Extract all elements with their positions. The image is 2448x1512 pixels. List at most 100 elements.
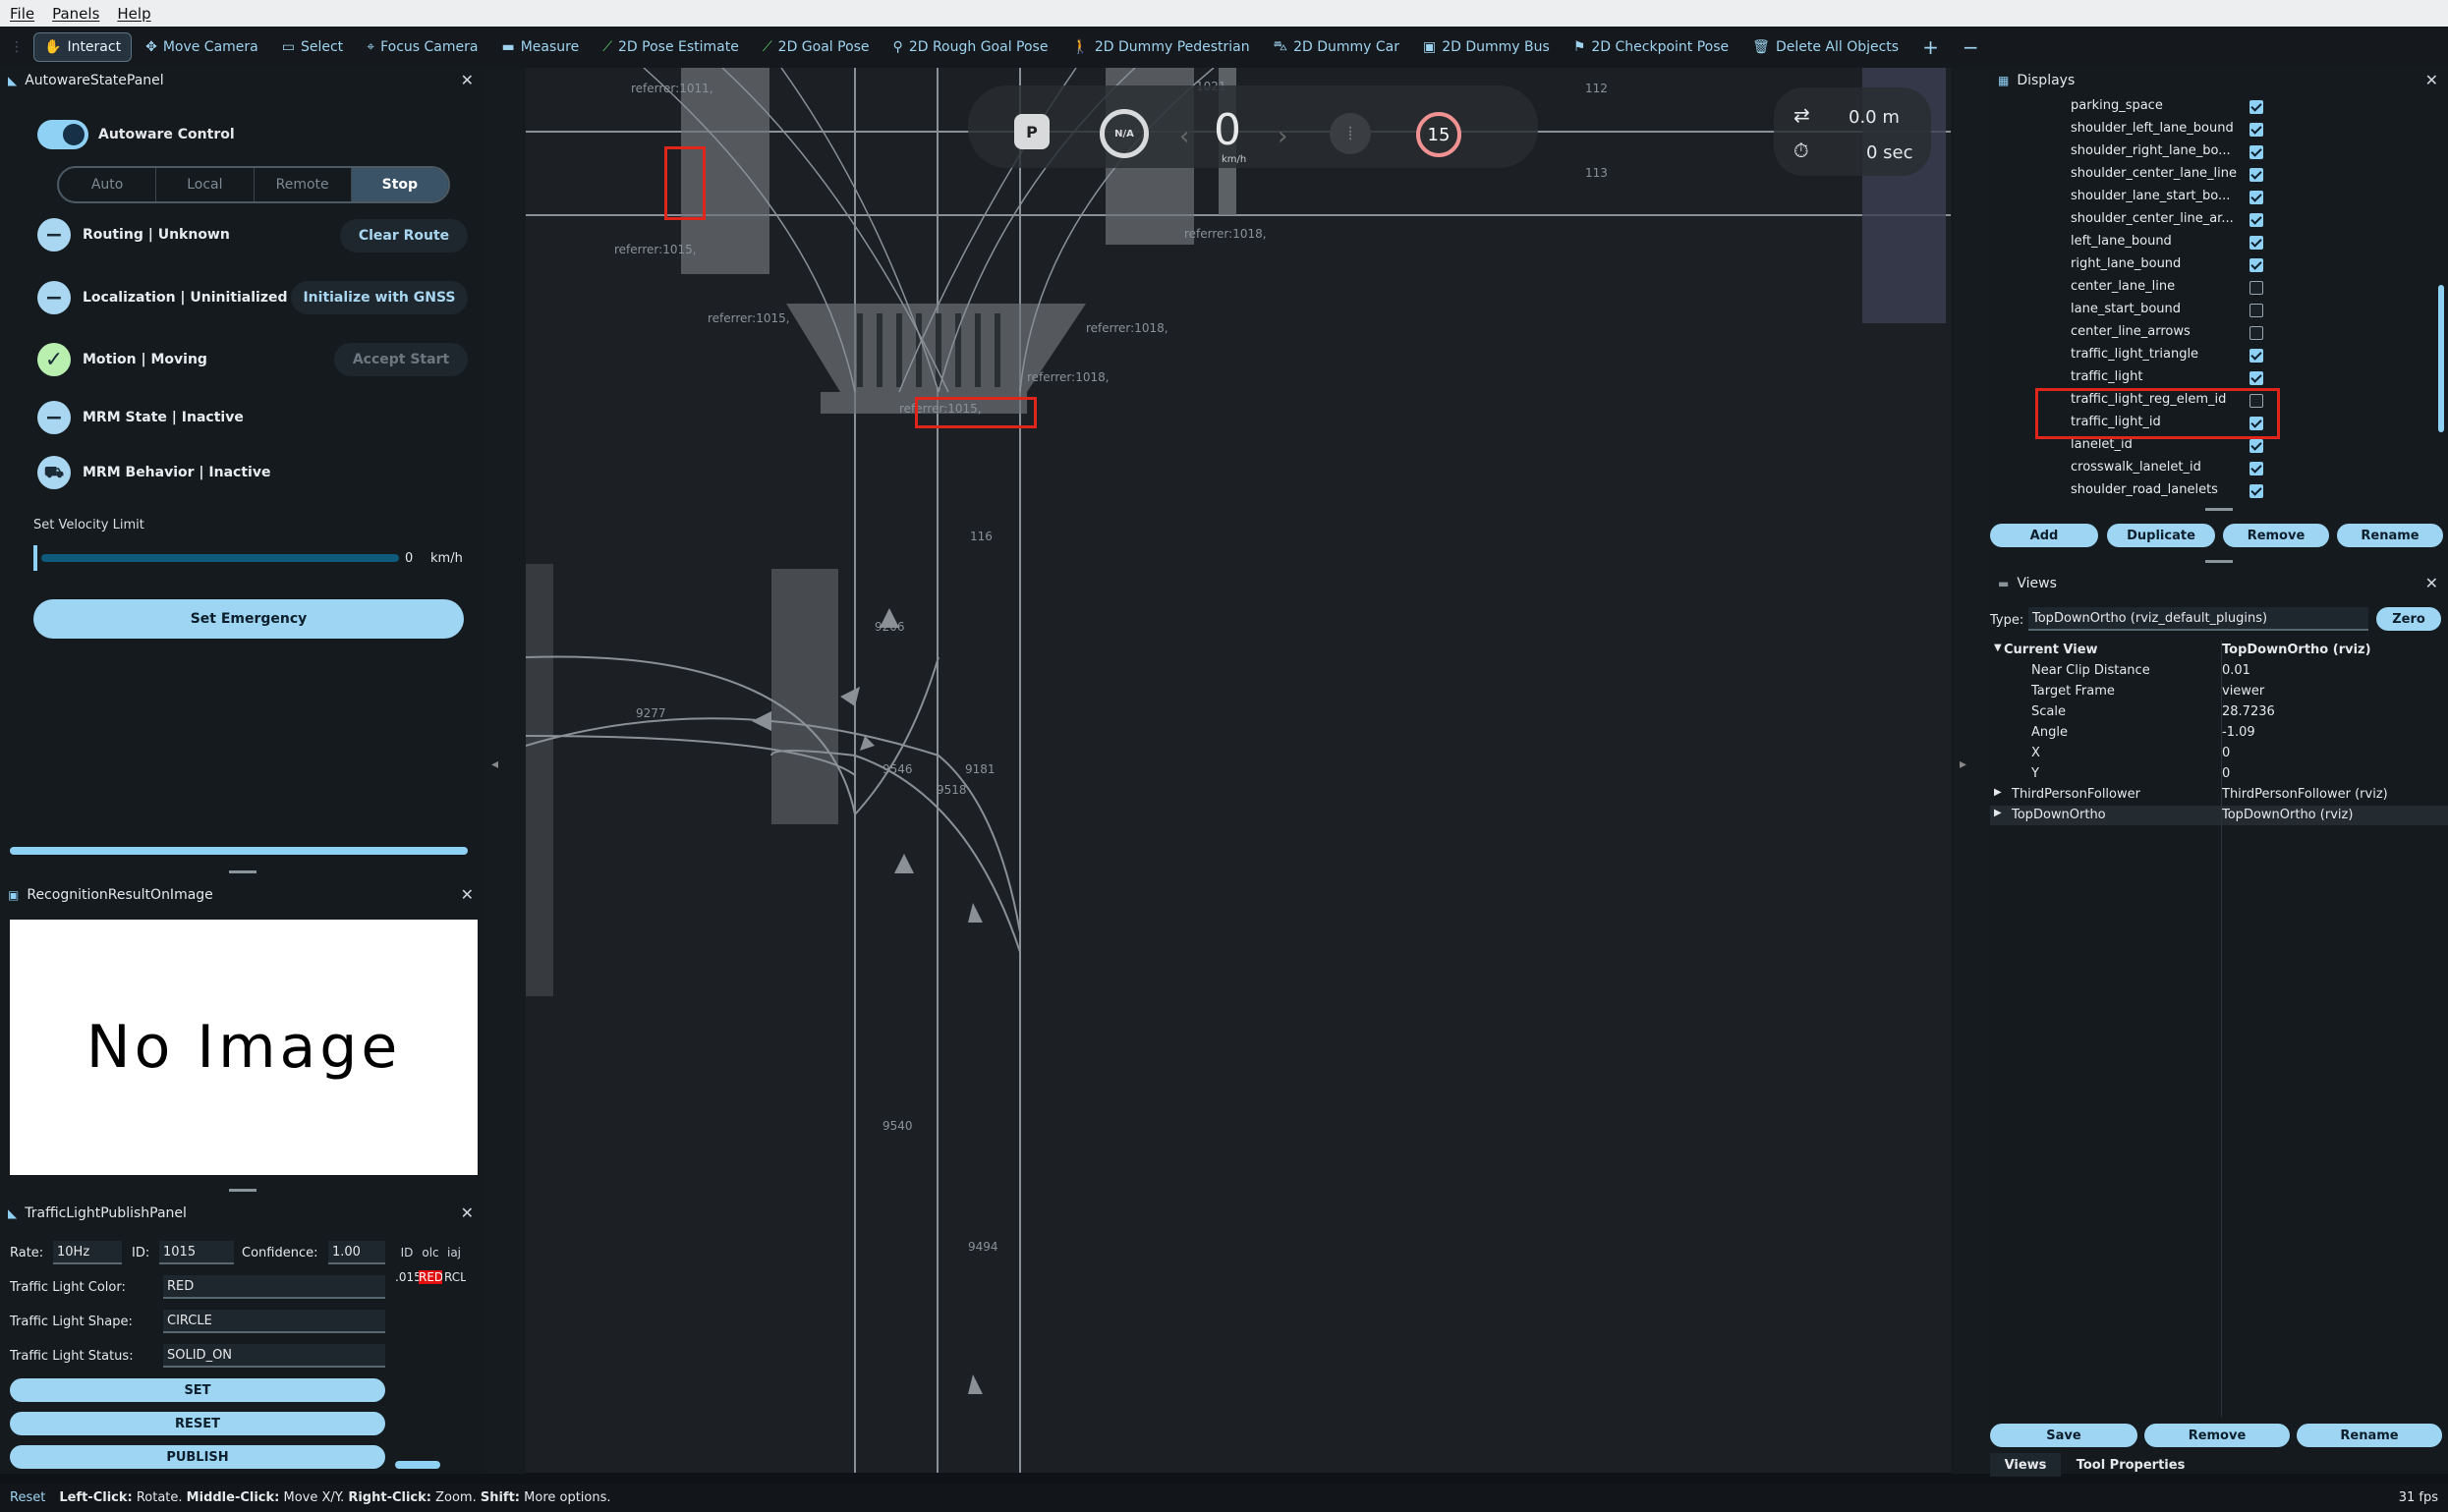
mode-stop[interactable]: Stop [351, 168, 448, 201]
splitter-handle[interactable] [2205, 560, 2233, 563]
close-icon[interactable]: ✕ [2425, 574, 2438, 592]
view-property-row[interactable]: Near Clip Distance 0.01 [1990, 661, 2448, 681]
display-item-label[interactable]: shoulder_lane_start_bo... [2071, 189, 2230, 203]
display-item-checkbox[interactable] [2249, 462, 2263, 476]
display-item-checkbox[interactable] [2249, 191, 2263, 204]
mode-remote[interactable]: Remote [255, 168, 352, 201]
initialize-gnss-button[interactable]: Initialize with GNSS [291, 281, 468, 314]
view-property-row[interactable]: X0 [1990, 744, 2448, 763]
right-splitter[interactable] [1951, 68, 1990, 1474]
splitter-handle[interactable] [229, 870, 256, 873]
tool-2d-dummy-car[interactable]: ⛍ 2D Dummy Car [1264, 32, 1409, 62]
display-item-checkbox[interactable] [2249, 100, 2263, 114]
display-item-checkbox[interactable] [2249, 123, 2263, 137]
tool-measure[interactable]: ▬ Measure [491, 32, 589, 62]
expand-down-icon[interactable]: ▼ [1994, 643, 2002, 653]
displays-scrollbar[interactable] [2438, 285, 2444, 432]
display-item-label[interactable]: center_line_arrows [2071, 324, 2191, 339]
view-property-row[interactable]: ▼ Current View TopDownOrtho (rviz) [1990, 641, 2448, 660]
table-scrollbar[interactable] [395, 1461, 440, 1469]
mode-auto[interactable]: Auto [59, 168, 157, 201]
autoware-control-toggle[interactable] [37, 120, 88, 149]
remove-display-button[interactable]: Remove [2223, 524, 2329, 547]
display-item-checkbox[interactable] [2249, 349, 2263, 363]
display-item-label[interactable]: traffic_light_triangle [2071, 347, 2198, 362]
confidence-spinbox[interactable]: 1.00 [328, 1241, 385, 1264]
display-item-label[interactable]: left_lane_bound [2071, 234, 2172, 249]
tool-2d-rough-goal-pose[interactable]: ⚲ 2D Rough Goal Pose [883, 32, 1058, 62]
display-item-label[interactable]: right_lane_bound [2071, 256, 2181, 271]
tool-interact[interactable]: ✋ Interact [33, 32, 133, 62]
close-icon[interactable]: ✕ [2425, 71, 2438, 89]
mode-local[interactable]: Local [156, 168, 255, 201]
display-item-checkbox[interactable] [2249, 371, 2263, 385]
view-property-row[interactable]: Angle -1.09 [1990, 723, 2448, 743]
view-property-row[interactable]: Target Frame viewer [1990, 682, 2448, 701]
display-item-checkbox[interactable] [2249, 326, 2263, 340]
display-item-checkbox[interactable] [2249, 304, 2263, 317]
display-item-label[interactable]: crosswalk_lanelet_id [2071, 460, 2201, 475]
splitter-handle[interactable] [229, 1189, 256, 1192]
display-item-checkbox[interactable] [2249, 281, 2263, 295]
add-tool-button[interactable]: + [1912, 32, 1949, 62]
view-property-row[interactable]: Scale 28.7236 [1990, 702, 2448, 722]
close-icon[interactable]: ✕ [461, 71, 474, 89]
display-item-checkbox[interactable] [2249, 236, 2263, 250]
zero-button[interactable]: Zero [2376, 607, 2441, 631]
set-emergency-button[interactable]: Set Emergency [33, 599, 464, 639]
view-property-row[interactable]: Y0 [1990, 764, 2448, 784]
left-splitter[interactable] [484, 68, 526, 1474]
remove-tool-button[interactable]: − [1953, 32, 1989, 62]
tab-views[interactable]: Views [1990, 1453, 2061, 1477]
collapse-right-icon[interactable]: ▸ [1960, 756, 1966, 772]
rename-view-button[interactable]: Rename [2297, 1424, 2442, 1447]
view-property-row[interactable]: ▶ ThirdPersonFollower ThirdPersonFollower … [1990, 785, 2448, 805]
shape-combobox[interactable]: CIRCLE [163, 1310, 385, 1333]
view-type-combobox[interactable]: TopDownOrtho (rviz_default_plugins) [2028, 607, 2368, 631]
tool-select[interactable]: ▭ Select [272, 32, 353, 62]
close-icon[interactable]: ✕ [461, 885, 474, 904]
menu-help[interactable]: Help [117, 5, 150, 23]
color-combobox[interactable]: RED [163, 1275, 385, 1299]
tool-delete-all-objects[interactable]: 🗑 Delete All Objects [1742, 32, 1908, 62]
reset-button[interactable]: Reset [10, 1490, 45, 1505]
set-button[interactable]: SET [10, 1378, 385, 1402]
expand-right-icon[interactable]: ▶ [1994, 808, 2002, 818]
display-item-label[interactable]: parking_space [2071, 98, 2163, 113]
display-item-checkbox[interactable] [2249, 439, 2263, 453]
display-item-checkbox[interactable] [2249, 213, 2263, 227]
id-combobox[interactable]: 1015 [159, 1241, 234, 1264]
display-item-checkbox[interactable] [2249, 258, 2263, 272]
velocity-slider-track[interactable] [41, 554, 399, 562]
tool-2d-goal-pose[interactable]: ⟋ 2D Goal Pose [753, 32, 880, 62]
display-item-label[interactable]: shoulder_center_line_ar... [2071, 211, 2234, 226]
display-item-label[interactable]: shoulder_center_lane_line [2071, 166, 2237, 181]
close-icon[interactable]: ✕ [461, 1204, 474, 1222]
map-viewport[interactable]: referrer:1011, referrer:1015, referrer:1… [526, 68, 1951, 1473]
duplicate-display-button[interactable]: Duplicate [2107, 524, 2215, 547]
save-view-button[interactable]: Save [1990, 1424, 2137, 1447]
tool-move-camera[interactable]: ✥ Move Camera [136, 32, 268, 62]
tool-2d-checkpoint-pose[interactable]: ⚑ 2D Checkpoint Pose [1564, 32, 1738, 62]
view-property-row[interactable]: ▶ TopDownOrtho TopDownOrtho (rviz) [1990, 806, 2448, 825]
splitter-handle[interactable] [2205, 508, 2233, 511]
display-item-label[interactable]: shoulder_road_lanelets [2071, 482, 2218, 497]
display-item-label[interactable]: shoulder_right_lane_bo... [2071, 143, 2231, 158]
status-combobox[interactable]: SOLID_ON [163, 1344, 385, 1368]
velocity-slider-handle[interactable] [33, 545, 37, 571]
menu-file[interactable]: File [10, 5, 34, 23]
display-item-checkbox[interactable] [2249, 168, 2263, 182]
display-item-label[interactable]: lanelet_id [2071, 437, 2133, 452]
rename-display-button[interactable]: Rename [2337, 524, 2443, 547]
reset-button[interactable]: RESET [10, 1412, 385, 1435]
collapse-left-icon[interactable]: ◂ [491, 756, 498, 772]
expand-right-icon[interactable]: ▶ [1994, 787, 2002, 798]
tab-tool-properties[interactable]: Tool Properties [2072, 1453, 2190, 1477]
tool-2d-pose-estimate[interactable]: ⟋ 2D Pose Estimate [593, 32, 749, 62]
display-item-label[interactable]: lane_start_bound [2071, 302, 2181, 316]
display-item-checkbox[interactable] [2249, 145, 2263, 159]
display-item-label[interactable]: center_lane_line [2071, 279, 2175, 294]
add-display-button[interactable]: Add [1990, 524, 2098, 547]
remove-view-button[interactable]: Remove [2144, 1424, 2290, 1447]
tool-2d-dummy-pedestrian[interactable]: 🚶 2D Dummy Pedestrian [1061, 32, 1259, 62]
